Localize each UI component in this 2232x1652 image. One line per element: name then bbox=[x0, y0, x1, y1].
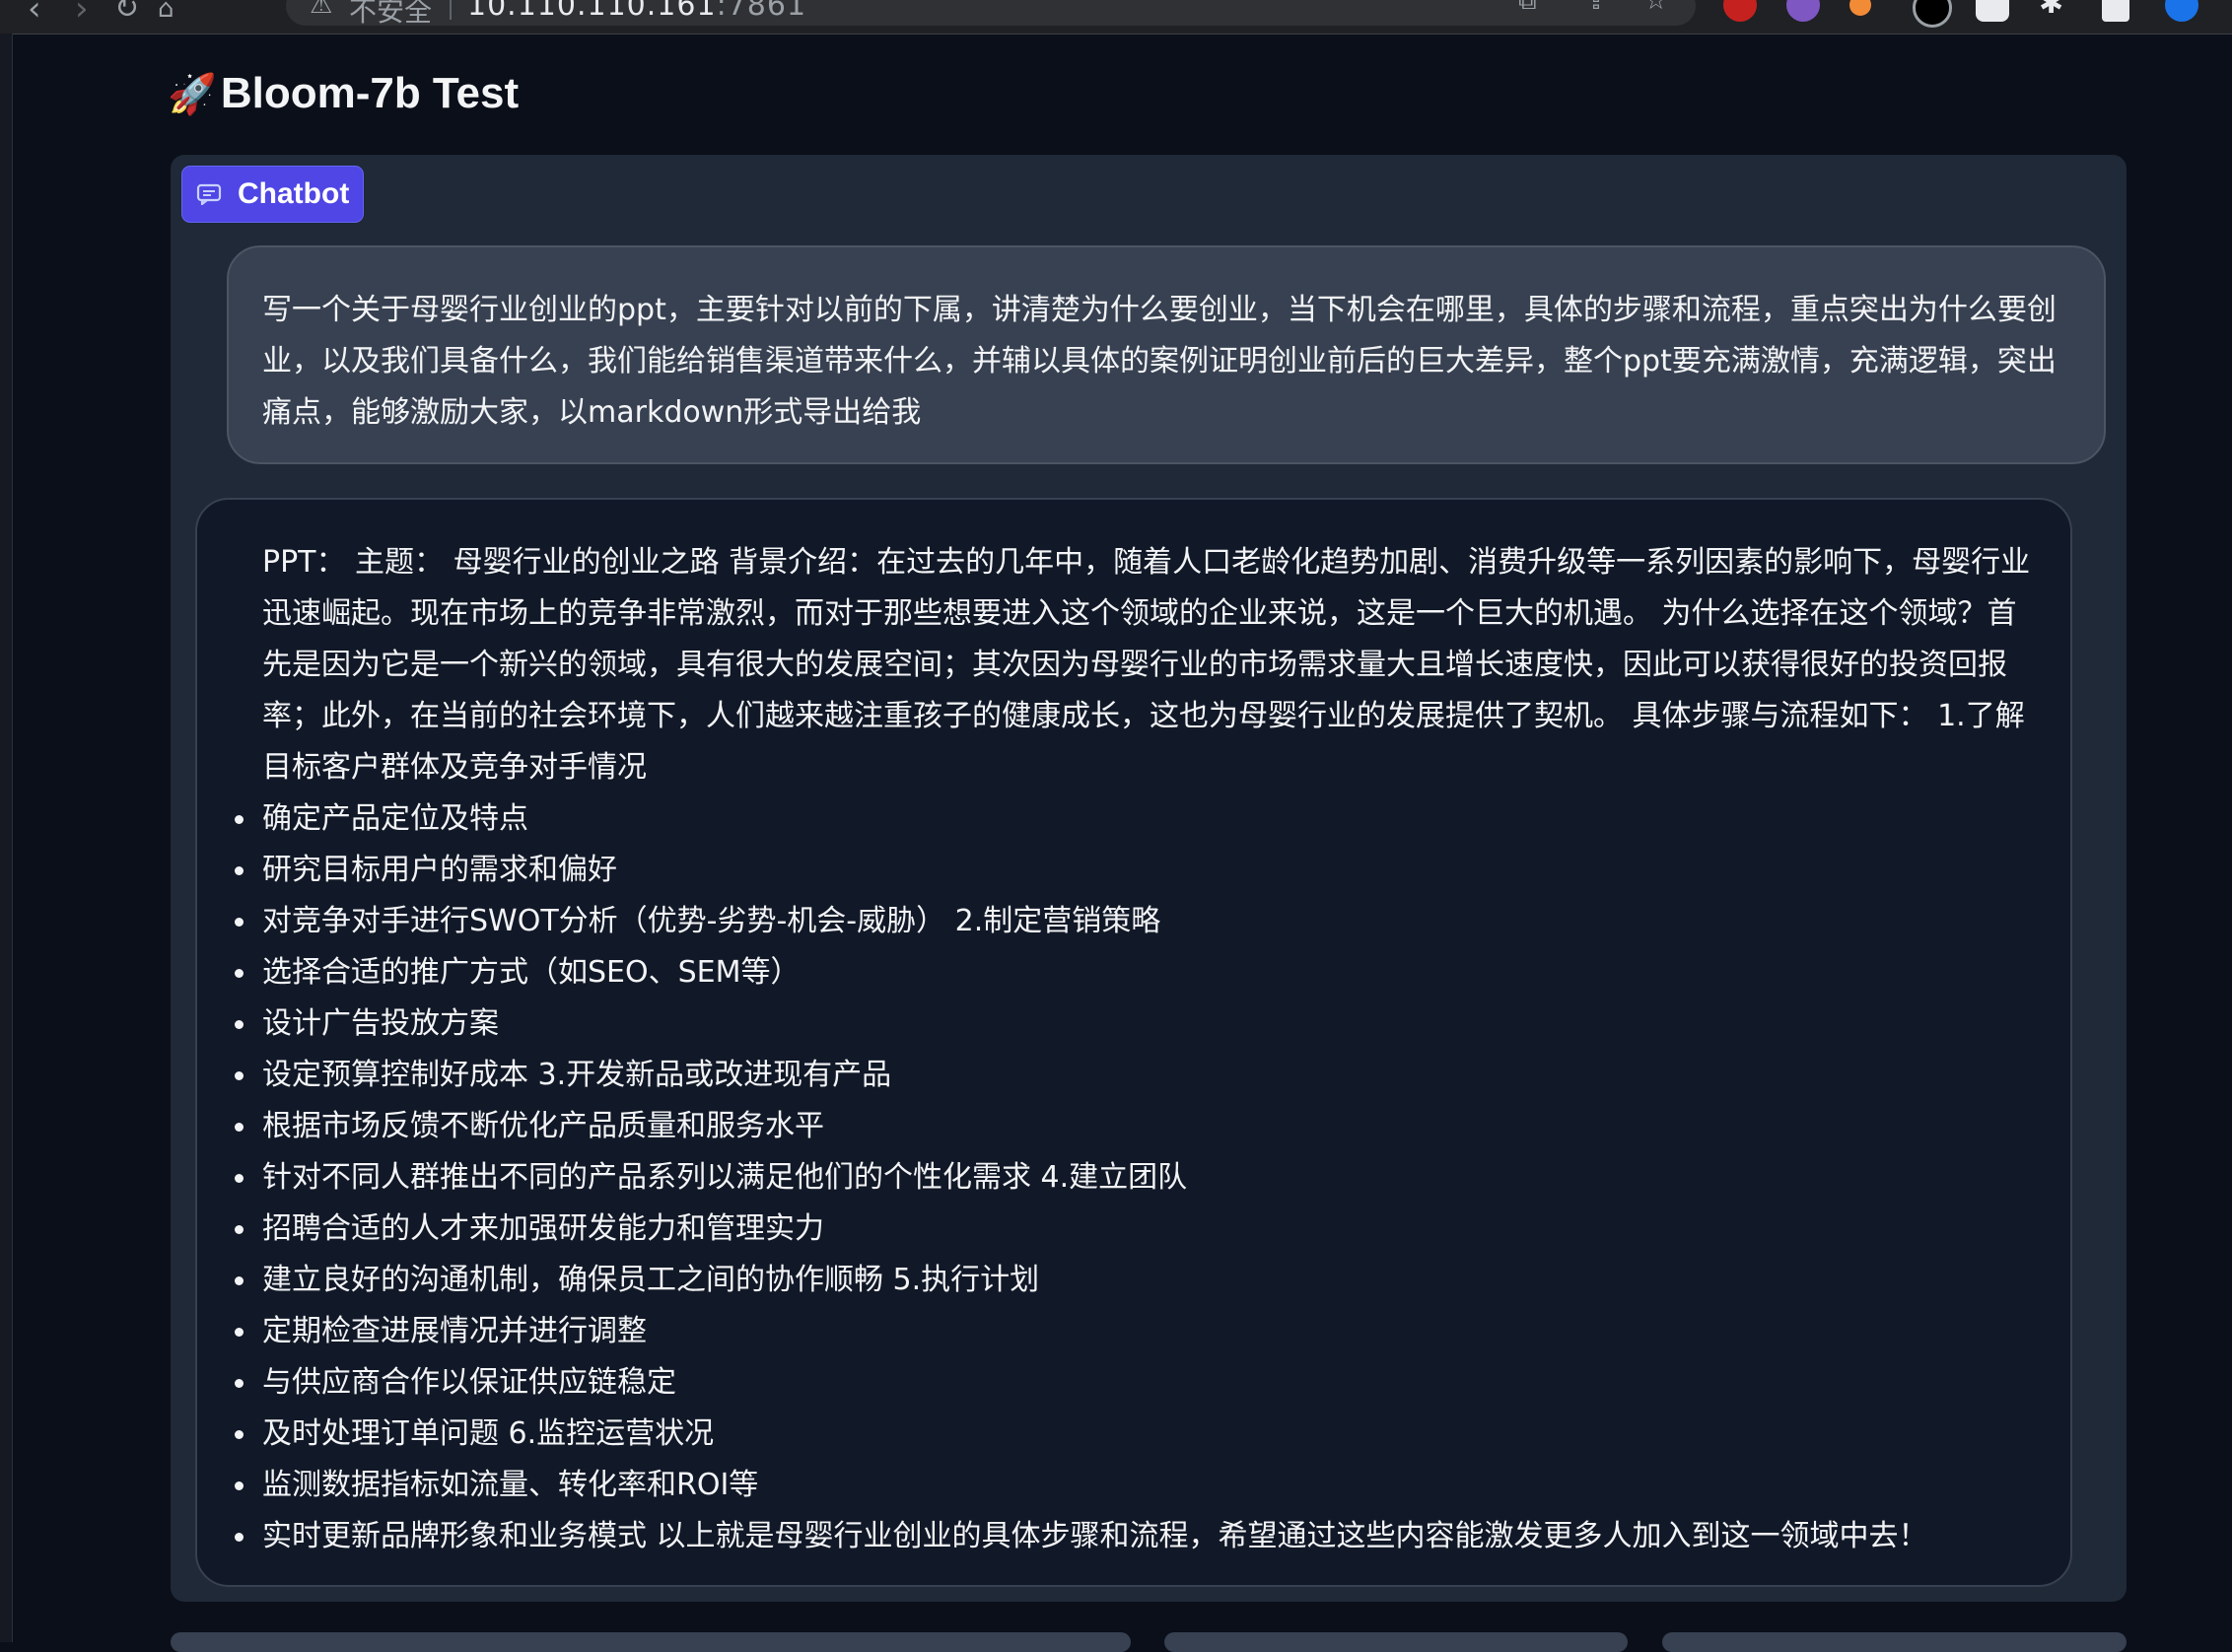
extension-icon[interactable] bbox=[1913, 0, 1952, 28]
adblock-extension-icon[interactable] bbox=[1723, 0, 1757, 22]
extension-icon[interactable] bbox=[1849, 0, 1871, 16]
forward-icon[interactable]: › bbox=[75, 0, 89, 26]
user-message-text: 写一个关于母婴行业创业的ppt，主要针对以前的下属，讲清楚为什么要创业，当下机会… bbox=[262, 293, 2057, 430]
translate-icon[interactable]: ⧉ bbox=[1518, 0, 1537, 17]
side-strip bbox=[0, 34, 13, 1642]
security-label[interactable]: 不安全 bbox=[349, 0, 432, 30]
list-item: 确定产品定位及特点 bbox=[235, 793, 2041, 845]
reload-icon[interactable]: ↻ bbox=[114, 0, 139, 26]
list-item: 根据市场反馈不断优化产品质量和服务水平 bbox=[235, 1101, 2041, 1152]
warning-icon[interactable]: ⚠ bbox=[310, 0, 332, 20]
list-item: 及时处理订单问题 6.监控运营状况 bbox=[235, 1409, 2041, 1460]
page-title-text: Bloom-7b Test bbox=[220, 69, 520, 117]
extension-icon[interactable] bbox=[1786, 0, 1820, 22]
page-title: 🚀 Bloom-7b Test bbox=[168, 69, 519, 118]
home-icon[interactable]: ⌂ bbox=[158, 0, 174, 26]
rocket-icon: 🚀 bbox=[168, 72, 217, 116]
sidebar-icon[interactable] bbox=[2102, 0, 2129, 22]
list-item: 监测数据指标如流量、转化率和ROI等 bbox=[235, 1460, 2041, 1511]
list-item: 设计广告投放方案 bbox=[235, 998, 2041, 1050]
chatbot-label: Chatbot bbox=[238, 177, 350, 210]
bookmark-star-icon[interactable]: ☆ bbox=[1644, 0, 1667, 16]
message-input[interactable] bbox=[171, 1632, 1131, 1652]
divider bbox=[450, 0, 452, 20]
submit-button[interactable] bbox=[1164, 1632, 1628, 1652]
bot-message-intro: PPT： 主题： 母婴行业的创业之路 背景介绍：在过去的几年中，随着人口老龄化趋… bbox=[262, 545, 2031, 785]
chatbot-label-badge: Chatbot bbox=[182, 167, 364, 222]
back-icon[interactable]: ‹ bbox=[28, 0, 41, 26]
bot-message: PPT： 主题： 母婴行业的创业之路 背景介绍：在过去的几年中，随着人口老龄化趋… bbox=[195, 498, 2072, 1587]
list-item: 定期检查进展情况并进行调整 bbox=[235, 1306, 2041, 1357]
puzzle-extensions-icon[interactable]: ✱ bbox=[2039, 0, 2072, 21]
chatbot-panel[interactable]: Chatbot 写一个关于母婴行业创业的ppt，主要针对以前的下属，讲清楚为什么… bbox=[171, 155, 2127, 1602]
profile-avatar[interactable] bbox=[2165, 0, 2198, 22]
share-icon[interactable]: ⇪ bbox=[1585, 0, 1607, 16]
chat-bubble-icon bbox=[196, 183, 222, 205]
list-item: 与供应商合作以保证供应链稳定 bbox=[235, 1357, 2041, 1409]
list-item: 设定预算控制好成本 3.开发新品或改进现有产品 bbox=[235, 1050, 2041, 1101]
list-item: 建立良好的沟通机制，确保员工之间的协作顺畅 5.执行计划 bbox=[235, 1255, 2041, 1306]
bot-message-list: 确定产品定位及特点 研究目标用户的需求和偏好 对竞争对手进行SWOT分析（优势-… bbox=[235, 793, 2041, 1562]
list-item: 对竞争对手进行SWOT分析（优势-劣势-机会-威胁） 2.制定营销策略 bbox=[235, 896, 2041, 947]
address-bar[interactable]: ⚠ 不安全 10.110.110.161:7861 ⧉ ⇪ ☆ bbox=[286, 0, 1696, 28]
list-item: 针对不同人群推出不同的产品系列以满足他们的个性化需求 4.建立团队 bbox=[235, 1152, 2041, 1204]
url-text[interactable]: 10.110.110.161:7861 bbox=[467, 0, 806, 23]
list-item: 研究目标用户的需求和偏好 bbox=[235, 845, 2041, 896]
list-item: 选择合适的推广方式（如SEO、SEM等） bbox=[235, 947, 2041, 998]
browser-toolbar: ‹ › ↻ ⌂ ⚠ 不安全 10.110.110.161:7861 ⧉ ⇪ ☆ … bbox=[0, 0, 2232, 34]
extension-icon[interactable] bbox=[1976, 0, 2009, 22]
clear-button[interactable] bbox=[1662, 1632, 2127, 1652]
list-item: 实时更新品牌形象和业务模式 以上就是母婴行业创业的具体步骤和流程，希望通过这些内… bbox=[235, 1511, 2041, 1562]
user-message: 写一个关于母婴行业创业的ppt，主要针对以前的下属，讲清楚为什么要创业，当下机会… bbox=[227, 245, 2106, 464]
list-item: 招聘合适的人才来加强研发能力和管理实力 bbox=[235, 1204, 2041, 1255]
